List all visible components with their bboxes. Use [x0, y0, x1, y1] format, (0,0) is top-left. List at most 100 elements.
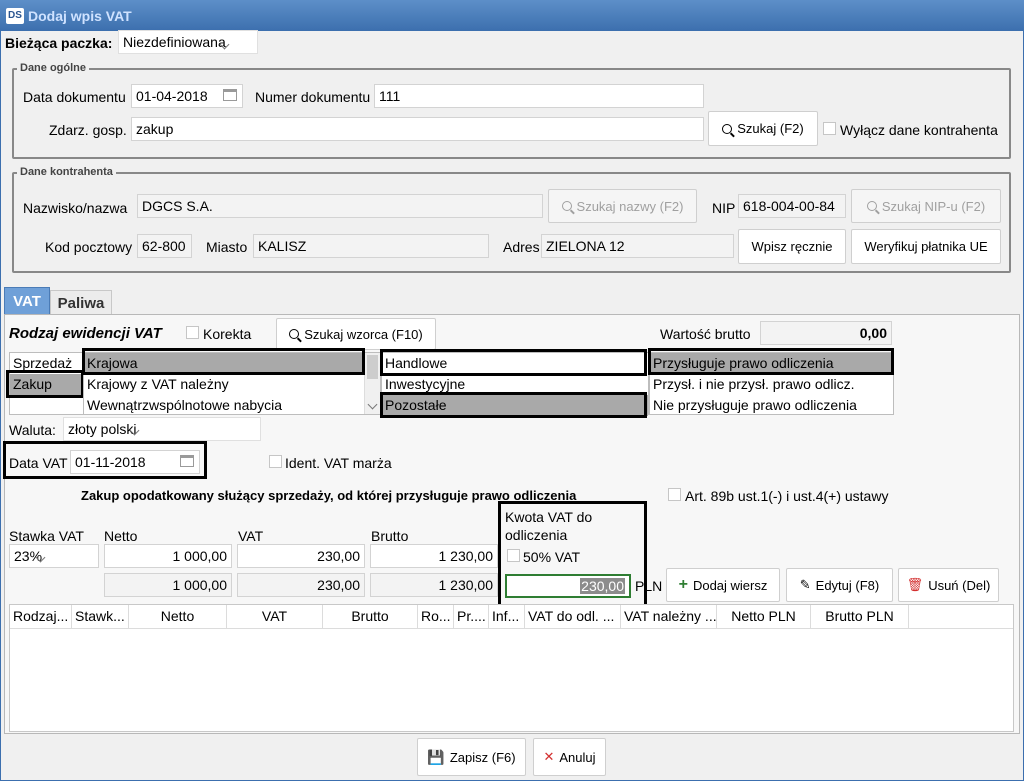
art-checkbox[interactable]: [668, 488, 681, 501]
manual-entry-label: Wpisz ręcznie: [751, 239, 833, 254]
net-pln-field: 1 000,00: [104, 573, 232, 597]
doc-number-value: 111: [379, 88, 401, 104]
verify-eu-button[interactable]: Weryfikuj płatnika UE: [851, 229, 1001, 264]
deduct-amount-value: 230,00: [580, 578, 625, 594]
nip-field[interactable]: 618-004-00-84: [738, 194, 846, 218]
search-nip-button[interactable]: Szukaj NIP-u (F2): [851, 189, 1001, 223]
search-icon: [561, 201, 572, 211]
gross-pln-value: 1 230,00: [438, 577, 494, 593]
doc-date-field[interactable]: 01-04-2018: [131, 84, 243, 108]
general-group: [12, 68, 1011, 159]
net-pln-value: 1 000,00: [172, 577, 228, 593]
add-row-button[interactable]: + Dodaj wiersz: [666, 568, 780, 602]
vat-pln-value: 230,00: [317, 577, 360, 593]
calendar-icon[interactable]: [180, 455, 194, 467]
entries-grid[interactable]: Rodzaj... Stawk... Netto VAT Brutto Ro..…: [9, 604, 1014, 732]
calendar-icon[interactable]: [223, 89, 237, 101]
tab-paliwa[interactable]: Paliwa: [50, 290, 112, 315]
title-bar: DS Dodaj wpis VAT: [0, 0, 1024, 31]
column-header[interactable]: Ro...: [418, 605, 454, 629]
postal-value: 62-800: [142, 238, 186, 254]
margin-label: Ident. VAT marża: [285, 455, 392, 471]
grid-header: Rodzaj... Stawk... Netto VAT Brutto Ro..…: [10, 605, 1013, 629]
tab-vat[interactable]: VAT: [4, 287, 50, 315]
column-header[interactable]: Brutto: [323, 605, 418, 629]
gross-value-field: 0,00: [760, 321, 892, 345]
doc-number-field[interactable]: 111: [374, 84, 704, 108]
contractor-legend: Dane kontrahenta: [17, 166, 116, 178]
event-field[interactable]: zakup: [131, 117, 704, 141]
event-value: zakup: [136, 121, 174, 137]
search-template-button[interactable]: Szukaj wzorca (F10): [276, 318, 436, 350]
column-header[interactable]: Rodzaj...: [10, 605, 72, 629]
column-header[interactable]: Netto PLN: [717, 605, 811, 629]
list-item-wewnatrzwspolnotowe[interactable]: Wewnątrzwspólnotowe nabycia: [84, 395, 364, 416]
scrollbar-thumb[interactable]: [367, 355, 378, 379]
column-header[interactable]: VAT: [227, 605, 323, 629]
column-header[interactable]: Brutto PLN: [811, 605, 909, 629]
art-label: Art. 89b ust.1(-) i ust.4(+) ustawy: [685, 488, 889, 504]
column-header[interactable]: Inf...: [489, 605, 525, 629]
highlight-handlowe: [380, 349, 647, 376]
edit-button[interactable]: ✎ Edytuj (F8): [786, 568, 893, 602]
search-icon: [722, 123, 733, 134]
highlight-krajowa: [82, 348, 365, 375]
search-template-label: Szukaj wzorca (F10): [304, 326, 423, 342]
doc-date-label: Data dokumentu: [23, 89, 126, 105]
column-header[interactable]: Netto: [129, 605, 227, 629]
column-header[interactable]: Pr....: [454, 605, 489, 629]
search-name-button[interactable]: Szukaj nazwy (F2): [548, 189, 697, 223]
search-icon: [866, 201, 877, 211]
name-value: DGCS S.A.: [142, 198, 213, 214]
search-event-button[interactable]: Szukaj (F2): [708, 111, 818, 146]
net-field[interactable]: 1 000,00: [104, 544, 232, 568]
address-value: ZIELONA 12: [546, 238, 625, 254]
city-field[interactable]: KALISZ: [253, 234, 489, 258]
vat-date-field[interactable]: 01-11-2018: [70, 450, 200, 474]
cancel-button[interactable]: ✕ Anuluj: [533, 738, 606, 776]
column-header[interactable]: VAT do odl. ...: [525, 605, 621, 629]
general-legend: Dane ogólne: [17, 62, 90, 74]
scope-scrollbar[interactable]: [364, 353, 380, 414]
margin-checkbox[interactable]: [269, 455, 282, 468]
half-vat-checkbox[interactable]: [507, 549, 520, 562]
delete-button[interactable]: 🗑 Usuń (Del): [898, 568, 999, 602]
list-item-krajowy-vat[interactable]: Krajowy z VAT należny: [84, 374, 364, 395]
correction-label: Korekta: [203, 326, 252, 342]
gross-value-label: Wartość brutto: [660, 326, 751, 342]
gross-field[interactable]: 1 230,00: [370, 544, 498, 568]
net-header: Netto: [104, 528, 138, 544]
column-header[interactable]: VAT należny ...: [621, 605, 717, 629]
cancel-label: Anuluj: [559, 749, 596, 765]
search-nip-label: Szukaj NIP-u (F2): [881, 198, 986, 214]
vat-amount-field[interactable]: 230,00: [237, 544, 365, 568]
batch-select[interactable]: Niezdefiniowana: [118, 30, 258, 54]
pencil-icon: ✎: [799, 577, 811, 592]
postal-field[interactable]: 62-800: [137, 234, 192, 258]
correction-checkbox[interactable]: [186, 326, 199, 339]
gross-amount-value: 1 230,00: [438, 548, 494, 564]
disable-contractor-checkbox[interactable]: [823, 122, 836, 135]
gross-pln-field: 1 230,00: [370, 573, 498, 597]
vat-date-value: 01-11-2018: [75, 454, 146, 470]
vat-pln-field: 230,00: [237, 573, 365, 597]
currency-select[interactable]: złoty polski: [63, 417, 261, 441]
address-field[interactable]: ZIELONA 12: [541, 234, 734, 258]
list-item-przysl-i-nie[interactable]: Przysł. i nie przysł. prawo odlicz.: [650, 374, 893, 395]
doc-date-value: 01-04-2018: [136, 88, 208, 104]
deduct-amount-field[interactable]: 230,00: [505, 574, 631, 598]
close-icon: ✕: [543, 749, 555, 764]
highlight-pozostale: [380, 392, 647, 418]
edit-label: Edytuj (F8): [815, 577, 880, 593]
column-header[interactable]: Stawk...: [72, 605, 129, 629]
app-logo-icon: DS: [6, 7, 24, 24]
list-item-nie-przysluguje[interactable]: Nie przysługuje prawo odliczenia: [650, 395, 893, 416]
save-button[interactable]: 💾 Zapisz (F6): [417, 738, 526, 776]
manual-entry-button[interactable]: Wpisz ręcznie: [738, 229, 846, 264]
batch-value: Niezdefiniowana: [123, 34, 226, 50]
batch-label: Bieżąca paczka:: [5, 35, 113, 51]
rate-select[interactable]: 23%: [9, 544, 99, 568]
save-disk-icon: 💾: [427, 748, 445, 765]
name-field[interactable]: DGCS S.A.: [137, 194, 543, 218]
city-label: Miasto: [206, 239, 248, 255]
